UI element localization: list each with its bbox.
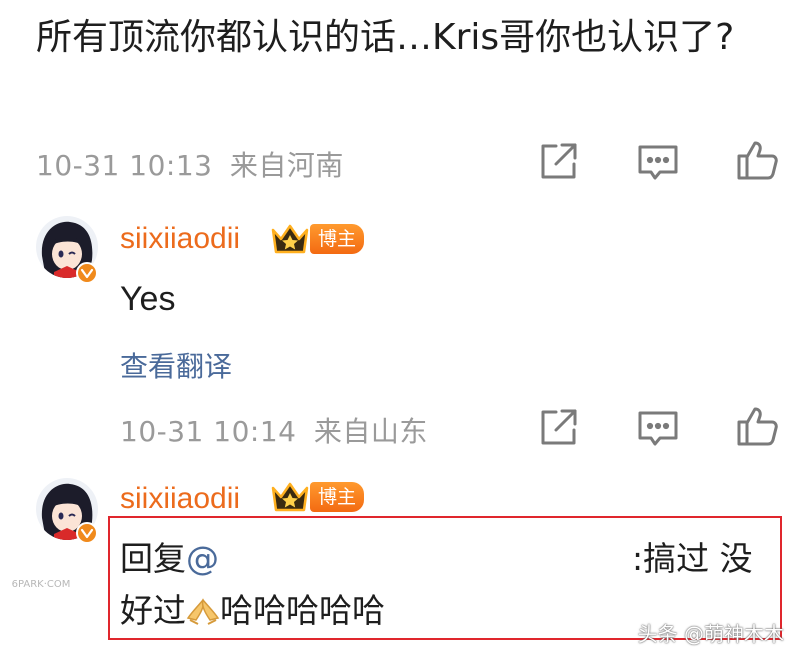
post-timestamp: 10-31 10:13 <box>36 149 213 182</box>
thumbs-up-icon <box>737 141 778 180</box>
side-watermark: 6PARK·COM <box>11 579 71 590</box>
reply-line-1: 回复@ <box>120 532 219 580</box>
reply-line-2: 好过 哈哈哈哈哈 <box>120 584 385 632</box>
role-badge: 博主 <box>310 482 365 512</box>
comment-meta: 10-31 10:14 来自山东 <box>120 410 428 450</box>
verified-badge-icon <box>76 522 98 544</box>
comment-text: Yes <box>120 280 176 318</box>
pray-hands-emoji-icon <box>186 595 220 625</box>
reply-prefix: 回复 <box>120 539 186 578</box>
share-icon <box>541 143 577 179</box>
comment-icon <box>638 411 678 446</box>
comment-username[interactable]: siixiiaodii <box>120 482 240 516</box>
reply-part3: 哈哈哈哈哈 <box>220 591 385 630</box>
comment-location: 来自山东 <box>313 415 428 448</box>
comment-share-button[interactable] <box>536 406 580 450</box>
comment-timestamp: 10-31 10:14 <box>120 415 297 448</box>
post-like-button[interactable] <box>736 138 780 182</box>
crown-icon <box>270 222 310 258</box>
verified-badge-icon <box>76 262 98 284</box>
comment-username[interactable]: siixiiaodii <box>120 222 240 256</box>
mention-link[interactable]: @ <box>186 539 219 578</box>
source-watermark: 头条 @萌神木木 <box>637 622 784 646</box>
share-icon <box>541 409 577 445</box>
post-location: 来自河南 <box>229 149 344 182</box>
reply-part2: 好过 <box>120 591 186 630</box>
thumbs-up-icon <box>737 407 778 446</box>
crown-icon <box>270 480 310 516</box>
post-meta: 10-31 10:13 来自河南 <box>36 144 344 184</box>
post-share-button[interactable] <box>536 140 580 184</box>
role-badge: 博主 <box>310 224 365 254</box>
comment-reply-button[interactable] <box>636 406 680 450</box>
comment-like-button[interactable] <box>736 404 780 448</box>
comment-icon <box>638 145 678 180</box>
reply-line-1-end: :搞过 没 <box>632 539 753 578</box>
post-comment-button[interactable] <box>636 140 680 184</box>
translate-link[interactable]: 查看翻译 <box>120 345 232 385</box>
post-text: 所有顶流你都认识的话…Kris哥你也认识了? <box>36 17 735 58</box>
